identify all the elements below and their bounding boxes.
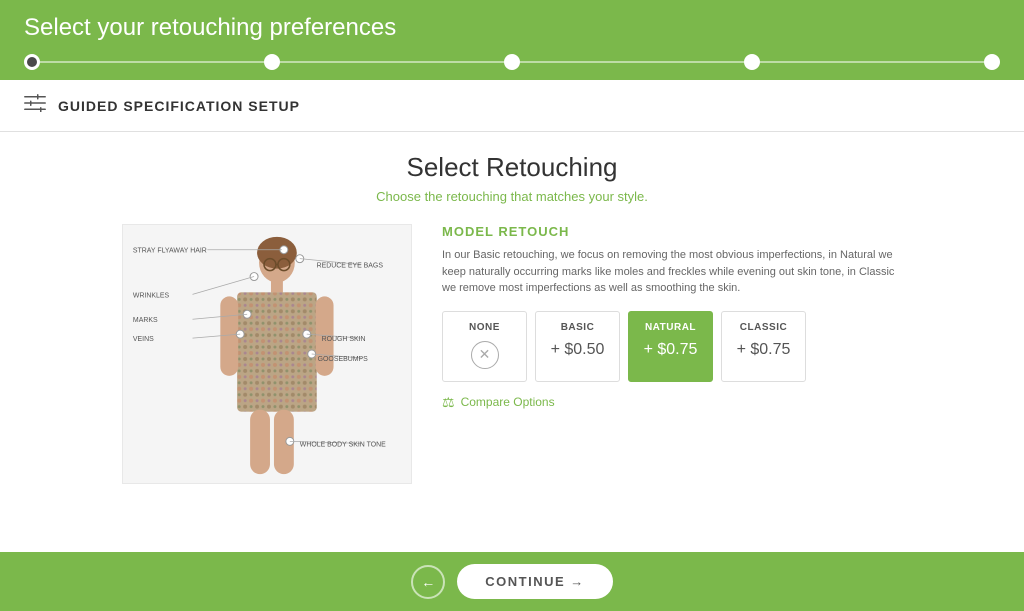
continue-button[interactable]: CONTINUE →: [457, 564, 613, 599]
options-row: NONE ✕ BASIC + $0.50 NATURAL + $0.75 CLA…: [442, 311, 902, 382]
option-basic-label: BASIC: [561, 322, 595, 333]
option-basic[interactable]: BASIC + $0.50: [535, 311, 620, 382]
option-classic-label: CLASSIC: [740, 322, 787, 333]
svg-text:MARKS: MARKS: [133, 317, 158, 324]
progress-line-1: [40, 61, 264, 63]
svg-text:REDUCE EYE BAGS: REDUCE EYE BAGS: [317, 263, 384, 270]
progress-step-5[interactable]: [984, 54, 1000, 70]
back-arrow-icon: ←: [421, 574, 435, 590]
compare-options-link[interactable]: ⚖ Compare Options: [442, 394, 902, 411]
footer: ← CONTINUE →: [0, 552, 1024, 611]
model-image-area: STRAY FLYAWAY HAIR WRINKLES MARKS VEINS …: [122, 224, 412, 484]
back-button[interactable]: ←: [411, 565, 445, 599]
option-classic[interactable]: CLASSIC + $0.75: [721, 311, 806, 382]
sub-header-title: GUIDED SPECIFICATION SETUP: [58, 98, 300, 114]
progress-line-3: [520, 61, 744, 63]
section-subtitle: Choose the retouching that matches your …: [376, 189, 648, 204]
progress-bar: [24, 54, 1000, 80]
progress-step-3[interactable]: [504, 54, 520, 70]
progress-step-1[interactable]: [24, 54, 40, 70]
svg-text:WRINKLES: WRINKLES: [133, 292, 170, 299]
progress-line-4: [760, 61, 984, 63]
retouch-panel: MODEL RETOUCH In our Basic retouching, w…: [442, 224, 902, 484]
svg-text:GOOSEBUMPS: GOOSEBUMPS: [318, 356, 368, 363]
model-svg: STRAY FLYAWAY HAIR WRINKLES MARKS VEINS …: [123, 224, 411, 484]
retouch-description: In our Basic retouching, we focus on rem…: [442, 247, 902, 297]
model-figure: STRAY FLYAWAY HAIR WRINKLES MARKS VEINS …: [123, 225, 411, 483]
progress-step-2[interactable]: [264, 54, 280, 70]
svg-text:ROUGH SKIN: ROUGH SKIN: [322, 336, 366, 343]
subtitle-colored: the retouching that matches your style.: [425, 189, 648, 204]
x-icon: ✕: [471, 341, 499, 369]
option-basic-price: + $0.50: [551, 341, 605, 359]
option-natural-label: NATURAL: [645, 322, 696, 333]
progress-line-2: [280, 61, 504, 63]
sub-header: GUIDED SPECIFICATION SETUP: [0, 80, 1024, 132]
header: Select your retouching preferences: [0, 0, 1024, 80]
compare-link-label: Compare Options: [461, 395, 555, 409]
option-classic-price: + $0.75: [737, 341, 791, 359]
sliders-icon: [24, 94, 46, 117]
retouch-panel-title: MODEL RETOUCH: [442, 224, 902, 239]
option-natural[interactable]: NATURAL + $0.75: [628, 311, 713, 382]
progress-step-4[interactable]: [744, 54, 760, 70]
content-row: STRAY FLYAWAY HAIR WRINKLES MARKS VEINS …: [122, 224, 902, 484]
option-none-label: NONE: [469, 322, 500, 333]
continue-label: CONTINUE →: [485, 574, 585, 589]
svg-text:VEINS: VEINS: [133, 336, 154, 343]
option-none[interactable]: NONE ✕: [442, 311, 527, 382]
balance-icon: ⚖: [442, 394, 455, 411]
svg-text:STRAY FLYAWAY HAIR: STRAY FLYAWAY HAIR: [133, 248, 207, 255]
header-title: Select your retouching preferences: [24, 14, 1000, 42]
svg-text:WHOLE BODY SKIN TONE: WHOLE BODY SKIN TONE: [300, 441, 386, 448]
option-natural-price: + $0.75: [644, 341, 698, 359]
main-content: Select Retouching Choose the retouching …: [0, 132, 1024, 552]
section-title: Select Retouching: [406, 152, 617, 183]
subtitle-plain: Choose: [376, 189, 424, 204]
